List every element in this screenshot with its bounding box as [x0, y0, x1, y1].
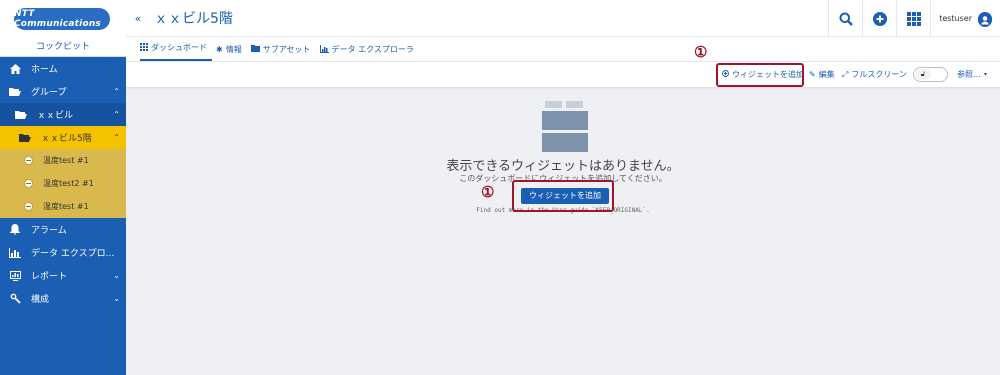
tab-label: ダッシュボード: [151, 43, 207, 52]
chart-icon: [319, 44, 329, 55]
tab-info[interactable]: ✱ 情報: [216, 44, 247, 61]
sidebar-item-label: ホーム: [31, 65, 58, 75]
fullscreen-label: フルスクリーン: [851, 70, 908, 79]
search-icon: [839, 12, 853, 26]
tab-label: データ エクスプローラ: [331, 45, 414, 54]
lock-toggle[interactable]: 🔓︎: [913, 67, 948, 82]
sidebar-device-item[interactable]: 湿度test #1: [0, 195, 126, 218]
header-actions: testuser: [828, 0, 1000, 37]
user-avatar-icon: [978, 11, 992, 27]
sidebar: NTT Communications コックピット ホーム グループ ⌃ ｘｘビ…: [0, 0, 126, 375]
fullscreen-link[interactable]: ⤢ フルスクリーン: [842, 69, 907, 80]
annotation-marker-center: ①: [481, 183, 495, 201]
app-grid-button[interactable]: [896, 0, 930, 37]
sidebar-item-label: アラーム: [31, 226, 67, 236]
tab-subassets[interactable]: サブアセット: [250, 44, 316, 61]
sidebar-item-label: データ エクスプロ...: [31, 249, 115, 259]
device-icon: [24, 156, 33, 165]
user-name: testuser: [939, 14, 972, 23]
sidebar-item-home[interactable]: ホーム: [0, 57, 126, 80]
chevron-down-icon: ⌄: [113, 294, 120, 303]
folder-open-icon: [18, 133, 32, 143]
device-icon: [24, 202, 33, 211]
annotation-highlight-center: [512, 180, 614, 212]
sidebar-item-report[interactable]: レポート ⌄: [0, 264, 126, 287]
device-icon: [24, 179, 33, 188]
asterisk-icon: ✱: [216, 45, 223, 54]
user-menu[interactable]: testuser: [930, 0, 1000, 37]
grid-icon: [140, 42, 148, 53]
tab-dashboard[interactable]: ダッシュボード: [140, 42, 212, 61]
home-icon: [8, 63, 22, 74]
annotation-highlight-top: [716, 63, 804, 87]
tab-label: 情報: [225, 45, 242, 54]
edit-label: 編集: [818, 70, 835, 79]
caret-down-icon: ▾: [984, 71, 988, 78]
chevron-up-icon: ⌃: [113, 133, 120, 142]
chevron-down-icon: ⌄: [113, 271, 120, 280]
grid-icon: [906, 11, 921, 26]
empty-state-title: 表示できるウィジェットはありません。: [446, 159, 680, 174]
tab-label: サブアセット: [262, 45, 311, 54]
sidebar-item-label: レポート: [31, 272, 68, 282]
more-label: 参照…: [957, 70, 981, 79]
empty-dashboard-icon: [542, 101, 588, 152]
sidebar-item-label: 構成: [31, 295, 50, 305]
collapse-sidebar-button[interactable]: «: [130, 12, 146, 25]
sidebar-item-building[interactable]: ｘｘビル ⌃: [0, 103, 126, 126]
folder-open-icon: [8, 87, 22, 97]
search-button[interactable]: [828, 0, 862, 37]
bell-icon: [8, 224, 22, 235]
chart-icon: [8, 247, 22, 258]
tab-bar: ダッシュボード ✱ 情報 サブアセット データ エクスプローラ: [126, 37, 1000, 62]
top-header: « ｘｘビル5階 testuser: [126, 0, 1000, 37]
tab-data-explorer[interactable]: データ エクスプローラ: [319, 44, 419, 61]
sidebar-item-label: 湿度test #1: [43, 202, 89, 211]
sidebar-item-label: 温度test2 #1: [43, 179, 94, 188]
device-list: 温度test #1 温度test2 #1 湿度test #1: [0, 149, 126, 218]
sidebar-item-data-explorer[interactable]: データ エクスプロ...: [0, 241, 126, 264]
app-name: コックピット: [0, 37, 126, 57]
sidebar-device-item[interactable]: 温度test2 #1: [0, 172, 126, 195]
config-icon: [8, 293, 22, 304]
expand-icon: ⤢: [842, 69, 849, 79]
plus-circle-icon: [872, 11, 887, 26]
ntt-logo: NTT Communications: [14, 7, 110, 30]
logo-area: NTT Communications: [0, 0, 126, 37]
dashboard-toolbar: ウィジェットを追加 ✎ 編集 ⤢ フルスクリーン 🔓︎ 参照… ▾: [126, 62, 1000, 88]
sidebar-item-label: ｘｘビル5階: [41, 134, 92, 144]
edit-link[interactable]: ✎ 編集: [809, 69, 835, 80]
lock-icon: 🔓︎: [915, 69, 931, 80]
chevron-up-icon: ⌃: [113, 87, 120, 96]
sidebar-item-label: 温度test #1: [43, 156, 89, 165]
annotation-marker-top: ①: [694, 43, 708, 61]
sidebar-item-label: ｘｘビル: [37, 111, 74, 121]
sidebar-device-item[interactable]: 温度test #1: [0, 149, 126, 172]
sidebar-item-floor5[interactable]: ｘｘビル5階 ⌃: [0, 126, 126, 149]
more-menu[interactable]: 参照… ▾: [957, 69, 987, 80]
chevron-up-icon: ⌃: [113, 110, 120, 119]
sidebar-item-label: グループ: [31, 88, 67, 98]
folder-icon: [250, 45, 260, 54]
sidebar-item-group[interactable]: グループ ⌃: [0, 80, 126, 103]
sidebar-item-alarm[interactable]: アラーム: [0, 218, 126, 241]
folder-open-icon: [14, 110, 28, 120]
page-title: ｘｘビル5階: [154, 11, 233, 27]
sidebar-item-config[interactable]: 構成 ⌄: [0, 287, 126, 310]
report-icon: [8, 270, 22, 281]
add-button[interactable]: [862, 0, 896, 37]
pencil-icon: ✎: [809, 70, 816, 79]
